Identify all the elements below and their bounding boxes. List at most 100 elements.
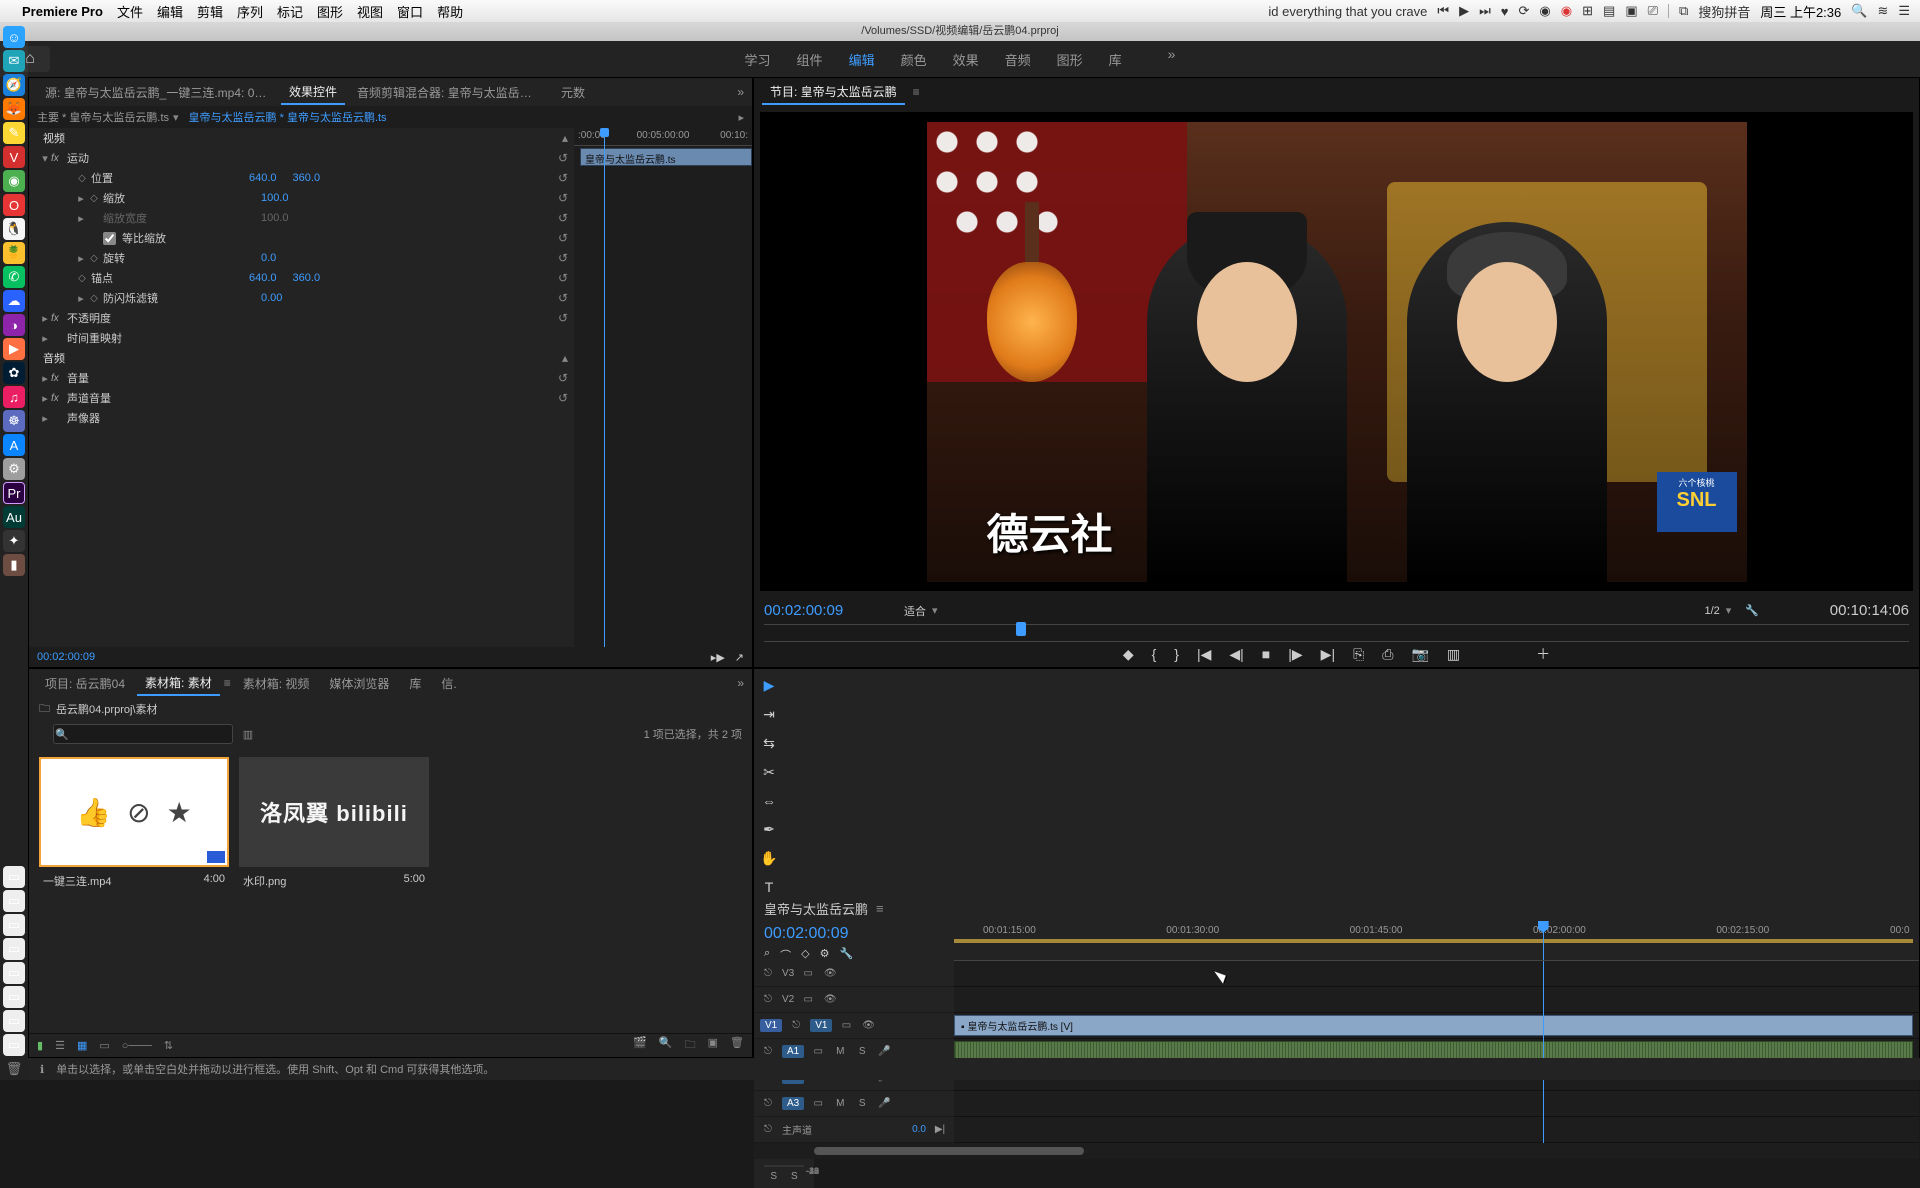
ws-audio[interactable]: 音频 xyxy=(1005,46,1031,73)
lock-icon[interactable]: ⎋ xyxy=(760,994,776,1005)
playback-resolution[interactable]: 1/2 xyxy=(1704,605,1719,617)
tabs-overflow-icon[interactable]: » xyxy=(737,85,744,99)
stopwatch-icon[interactable]: ◇ xyxy=(87,193,101,204)
disclosure-icon[interactable]: ▸ xyxy=(39,392,51,405)
ime-icon[interactable]: ⧉ xyxy=(1679,3,1688,19)
dock-doc2-icon[interactable]: ▭ xyxy=(3,890,25,912)
bin-thumbnail[interactable]: 洛凤翼 bilibili xyxy=(239,757,429,867)
tab-program[interactable]: 节目: 皇帝与太监岳云鹏 xyxy=(762,80,905,105)
solo-left[interactable]: S xyxy=(770,1171,777,1182)
panel-menu-icon[interactable]: ≡ xyxy=(224,676,231,690)
track-v1[interactable]: V1 xyxy=(810,1019,832,1032)
ws-effects[interactable]: 效果 xyxy=(953,46,979,73)
ruler-playhead[interactable] xyxy=(1543,921,1544,960)
menu-marker[interactable]: 标记 xyxy=(277,2,303,21)
menu-graphics[interactable]: 图形 xyxy=(317,2,343,21)
reset-icon[interactable]: ↺ xyxy=(558,271,568,285)
dock-qq-icon[interactable]: 🐧 xyxy=(3,218,25,240)
bin-item-name[interactable]: 一键三连.mp4 xyxy=(43,873,111,889)
time-ruler[interactable]: 00:01:15:00 00:01:30:00 00:01:45:00 00:0… xyxy=(954,921,1919,961)
ec-mini-timeline[interactable]: :00:0000:05:00:0000:10: 皇帝与太监岳云鹏.ts xyxy=(574,128,752,647)
mark-in-button[interactable]: { xyxy=(1152,646,1157,662)
play-icon[interactable]: ▶ xyxy=(1459,3,1469,19)
app-name[interactable]: Premiere Pro xyxy=(22,4,103,19)
filter-icon[interactable]: ▥ xyxy=(243,728,253,741)
chevron-down-icon[interactable]: ▾ xyxy=(1726,604,1732,617)
dock-brown-icon[interactable]: ▮ xyxy=(3,554,25,576)
tabs-overflow-icon[interactable]: » xyxy=(737,676,744,690)
find-icon[interactable]: 🔍 xyxy=(659,1036,673,1055)
stopwatch-icon[interactable]: ◇ xyxy=(87,253,101,264)
settings-icon[interactable]: 🔧 xyxy=(1745,604,1759,617)
track-v3[interactable]: V3 xyxy=(782,968,794,979)
program-scrub-bar[interactable] xyxy=(764,624,1909,642)
ec-timeremap[interactable]: 时间重映射 xyxy=(65,330,225,346)
add-marker-button[interactable]: ◆ xyxy=(1123,646,1134,663)
slip-tool[interactable]: ⇔ xyxy=(762,793,776,809)
panel-menu-icon[interactable]: ≡ xyxy=(876,901,884,916)
selection-tool[interactable]: ▶ xyxy=(764,677,775,694)
zoom-slider[interactable]: ○─── xyxy=(122,1040,152,1052)
timeline-timecode[interactable]: 00:02:00:09 xyxy=(764,925,944,943)
ec-motion[interactable]: 运动 xyxy=(65,150,225,166)
timeline-playhead[interactable] xyxy=(1543,961,1544,1143)
notification-icon[interactable]: ☰ xyxy=(1898,3,1910,19)
search-input[interactable] xyxy=(53,724,233,744)
ime-name[interactable]: 搜狗拼音 xyxy=(1698,2,1750,21)
disclosure-icon[interactable]: ▸ xyxy=(75,212,87,225)
dock-activity-icon[interactable]: ◑ xyxy=(3,314,25,336)
uniform-scale-checkbox[interactable] xyxy=(103,232,116,245)
sequence-name[interactable]: 皇帝与太监岳云鹏 xyxy=(764,899,868,918)
disclosure-icon[interactable]: ▸ xyxy=(75,292,87,305)
stopwatch-icon[interactable]: ◇ xyxy=(75,273,89,284)
pos-x[interactable]: 640.0 xyxy=(249,172,277,184)
ws-color[interactable]: 颜色 xyxy=(901,46,927,73)
eye-icon[interactable]: 👁 xyxy=(822,968,838,979)
freeform-view-icon[interactable]: ▭ xyxy=(99,1039,109,1052)
sort-icon[interactable]: ⇅ xyxy=(164,1039,173,1052)
bin-icon[interactable]: 🗀 xyxy=(39,700,50,719)
disclosure-icon[interactable]: ▾ xyxy=(39,152,51,165)
bin-item[interactable]: 👍 ⊘ ★ 一键三连.mp44:00 xyxy=(39,757,229,889)
lock-icon[interactable]: ⎋ xyxy=(788,1020,804,1031)
mic-icon[interactable]: 🎤 xyxy=(876,1098,892,1109)
pos-y[interactable]: 360.0 xyxy=(293,172,321,184)
dock-wechat-icon[interactable]: ✆ xyxy=(3,266,25,288)
tab-effect-controls[interactable]: 效果控件 xyxy=(281,80,345,105)
delete-icon[interactable]: 🗑 xyxy=(730,1036,744,1055)
ws-learn[interactable]: 学习 xyxy=(745,46,771,73)
dock-doc7-icon[interactable]: ▭ xyxy=(3,1010,25,1032)
new-item-button[interactable]: ▣ xyxy=(708,1036,718,1055)
reset-icon[interactable]: ↺ xyxy=(558,291,568,305)
dock-baidu-icon[interactable]: ☁ xyxy=(3,290,25,312)
control-center-icon[interactable]: ≋ xyxy=(1877,3,1888,19)
extract-button[interactable]: ⎙ xyxy=(1382,646,1393,663)
lock-icon[interactable]: ⎋ xyxy=(760,1124,776,1135)
dock-appstore-icon[interactable]: A xyxy=(3,434,25,456)
bin-path[interactable]: 岳云鹏04.prproj\素材 xyxy=(56,701,157,717)
ec-loop-icon[interactable]: ▸▶ xyxy=(711,651,725,664)
master-volume[interactable]: 0.0 xyxy=(912,1124,926,1135)
ec-panner[interactable]: 声像器 xyxy=(65,410,225,426)
play-stop-button[interactable]: ■ xyxy=(1262,646,1270,662)
ripple-tool[interactable]: ⇆ xyxy=(763,735,775,752)
dock-doc3-icon[interactable]: ▭ xyxy=(3,914,25,936)
reset-icon[interactable]: ↺ xyxy=(558,311,568,325)
sync-icon[interactable]: ⟳ xyxy=(1519,3,1530,19)
spotlight-icon[interactable]: 🔍 xyxy=(1851,3,1867,19)
next-track-icon[interactable]: ⏭ xyxy=(1479,3,1491,19)
dock-notes-icon[interactable]: ✎ xyxy=(3,122,25,144)
dock-vlc-icon[interactable]: ▶ xyxy=(3,338,25,360)
new-item-icon[interactable]: 🎬 xyxy=(633,1036,647,1055)
disclosure-icon[interactable]: ▸ xyxy=(39,312,51,325)
dock-clean-icon[interactable]: ✦ xyxy=(3,530,25,552)
type-tool[interactable]: T xyxy=(765,879,774,895)
tray-icon-1[interactable]: ◉ xyxy=(1539,3,1550,19)
menu-view[interactable]: 视图 xyxy=(357,2,383,21)
tab-source[interactable]: 源: 皇帝与太监岳云鹏_一键三连.mp4: 00:10:10:06 xyxy=(37,81,277,104)
menu-sequence[interactable]: 序列 xyxy=(237,2,263,21)
lock-icon[interactable]: ⎋ xyxy=(760,1098,776,1109)
tab-library[interactable]: 库 xyxy=(401,672,429,695)
hand-tool[interactable]: ✋ xyxy=(760,850,777,867)
ec-volume[interactable]: 音量 xyxy=(65,370,225,386)
